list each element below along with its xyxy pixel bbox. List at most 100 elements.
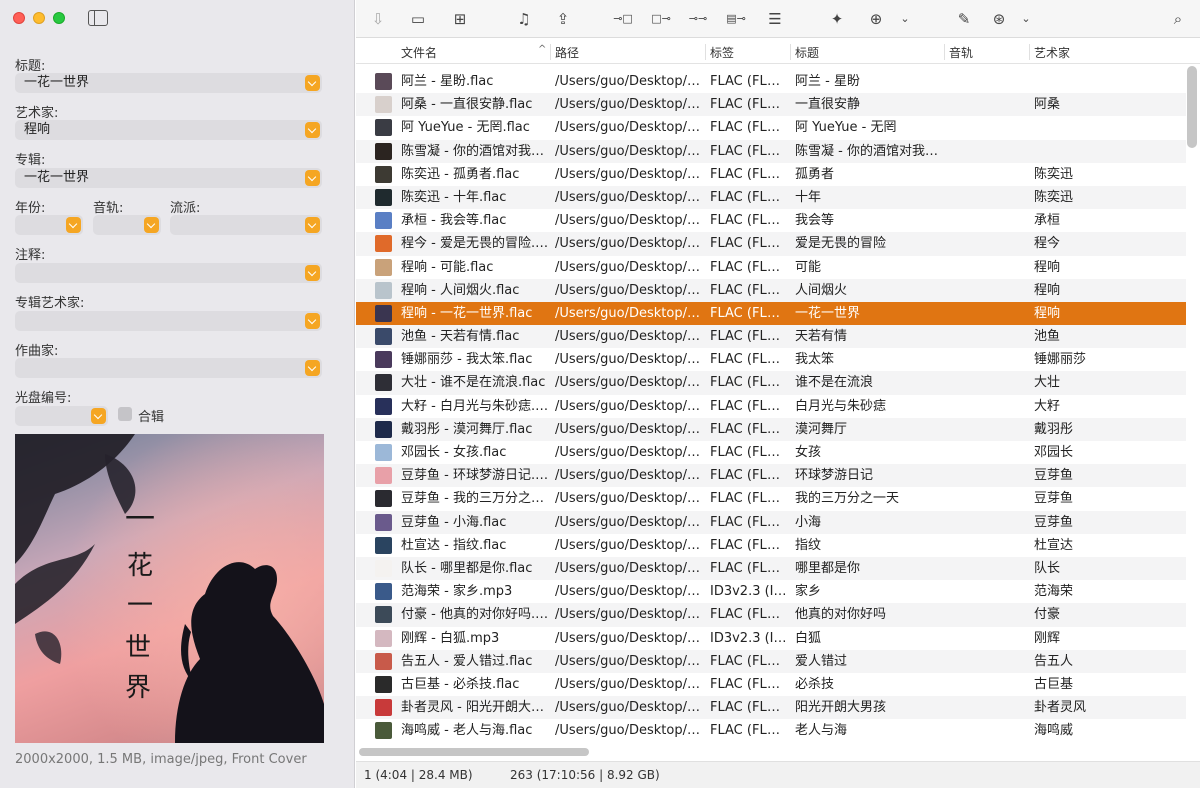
table-row[interactable]: 大籽 - 白月光与朱砂痣.… /Users/guo/Desktop/… FLAC (… — [356, 395, 1186, 418]
table-row[interactable]: 邓园长 - 女孩.flac/Users/guo/Desktop/… FLAC (F… — [356, 441, 1186, 464]
genre-field[interactable] — [170, 215, 322, 235]
zoom-window-button[interactable] — [53, 12, 65, 24]
table-row[interactable]: 豆芽鱼 - 小海.flac/Users/guo/Desktop/… FLAC (F… — [356, 510, 1186, 534]
column-header-artist[interactable]: 艺术家 — [1034, 44, 1070, 61]
table-row[interactable]: 阿 YueYue - 无罔.flac/Users/guo/Desktop/… FL… — [356, 116, 1186, 139]
album-thumbnail — [375, 235, 392, 253]
table-row[interactable]: 范海荣 - 家乡.mp3/Users/guo/Desktop/… ID3v2.3 … — [356, 580, 1186, 603]
table-row[interactable]: 卦者灵风 - 阳光开朗大… /Users/guo/Desktop/… FLAC (F… — [356, 696, 1186, 720]
cell-path: /Users/guo/Desktop/… — [555, 537, 700, 553]
column-header-path[interactable]: 路径 — [555, 44, 579, 61]
cell-artist: 古巨基 — [1034, 676, 1074, 692]
vertical-scrollbar[interactable] — [1187, 66, 1197, 148]
table-row[interactable]: 豆芽鱼 - 环球梦游日记.… /Users/guo/Desktop/… FLAC (… — [356, 464, 1186, 488]
cell-artist: 范海荣 — [1034, 584, 1074, 600]
magic-wand-icon[interactable]: ✦ — [826, 9, 848, 29]
chevron-down-icon[interactable] — [305, 265, 320, 281]
table-row[interactable]: 告五人 - 爱人错过.flac/Users/guo/Desktop/… FLAC … — [356, 649, 1186, 673]
table-row[interactable]: 付豪 - 他真的对你好吗.… /Users/guo/Desktop/… FLAC (… — [356, 603, 1186, 627]
file-to-file-icon[interactable]: ▤⊸ — [725, 9, 747, 29]
horizontal-scrollbar[interactable] — [359, 748, 589, 756]
chevron-down-icon[interactable] — [305, 75, 320, 91]
table-row[interactable]: 锤娜丽莎 - 我太笨.flac/Users/guo/Desktop/… FLAC … — [356, 348, 1186, 371]
artist-field[interactable]: 程响 — [15, 120, 322, 140]
table-row[interactable]: 杜宣达 - 指纹.flac/Users/guo/Desktop/… FLAC (F… — [356, 534, 1186, 557]
tag-to-tag-icon[interactable]: ⊸⊸ — [687, 9, 709, 29]
cell-title: 我会等 — [795, 213, 835, 229]
table-row[interactable]: 程今 - 爱是无畏的冒险.… /Users/guo/Desktop/… FLAC (… — [356, 232, 1186, 256]
chevron-down-icon[interactable] — [305, 313, 320, 329]
search-icon[interactable]: ⌕ — [1167, 9, 1189, 29]
chevron-down-icon[interactable] — [305, 360, 320, 376]
table-row[interactable]: 程响 - 一花一世界.flac/Users/guo/Desktop/… FLAC … — [356, 301, 1186, 326]
cell-tag: ID3v2.3 (I… — [710, 630, 787, 646]
close-window-button[interactable] — [13, 12, 25, 24]
table-row[interactable]: 陈奕迅 - 孤勇者.flac/Users/guo/Desktop/… FLAC (… — [356, 163, 1186, 186]
chevron-down-icon[interactable]: ⌄ — [1015, 9, 1037, 29]
table-row[interactable]: 队长 - 哪里都是你.flac/Users/guo/Desktop/… FLAC … — [356, 556, 1186, 581]
table-row[interactable]: 阿兰 - 星盼.flac/Users/guo/Desktop/… FLAC (FL… — [356, 70, 1186, 93]
import-icon[interactable]: ⊕ — [865, 9, 887, 29]
table-row[interactable]: 刚辉 - 白狐.mp3/Users/guo/Desktop/… ID3v2.3 (… — [356, 627, 1186, 650]
cell-artist: 豆芽鱼 — [1034, 468, 1074, 484]
album-artist-label: 专辑艺术家: — [15, 296, 85, 311]
year-field[interactable] — [15, 215, 83, 235]
album-cover-image[interactable]: 一 花 一 世 界 — [15, 434, 324, 743]
table-row[interactable]: 古巨基 - 必杀技.flac/Users/guo/Desktop/… FLAC (… — [356, 673, 1186, 696]
column-header-track[interactable]: 音轨 — [949, 44, 973, 61]
share-icon[interactable]: ⇪ — [552, 9, 574, 29]
track-field[interactable] — [93, 215, 161, 235]
table-row[interactable]: 戴羽彤 - 漠河舞厅.flac/Users/guo/Desktop/… FLAC … — [356, 417, 1186, 441]
column-divider[interactable] — [1029, 44, 1030, 60]
table-row[interactable]: 池鱼 - 天若有情.flac/Users/guo/Desktop/… FLAC (… — [356, 325, 1186, 349]
download-icon[interactable]: ⇩ — [367, 9, 389, 29]
chevron-down-icon[interactable] — [66, 217, 81, 233]
comment-field[interactable] — [15, 263, 322, 283]
table-row[interactable]: 大壮 - 谁不是在流浪.flac/Users/guo/Desktop/… FLAC… — [356, 371, 1186, 395]
title-field[interactable]: 一花一世界 — [15, 73, 322, 93]
table-row[interactable]: 程响 - 可能.flac/Users/guo/Desktop/… FLAC (FL… — [356, 256, 1186, 279]
table-row[interactable]: 阿桑 - 一直很安静.flac/Users/guo/Desktop/… FLAC … — [356, 93, 1186, 117]
chevron-down-icon[interactable] — [91, 408, 106, 424]
column-header-filename[interactable]: 文件名 — [401, 44, 437, 61]
column-header-tag[interactable]: 标签 — [710, 44, 734, 61]
minimize-window-button[interactable] — [33, 12, 45, 24]
column-header-title[interactable]: 标题 — [795, 44, 819, 61]
svg-text:一: 一 — [127, 591, 153, 621]
sidebar-toggle-icon[interactable] — [88, 10, 108, 26]
tag-to-file-icon[interactable]: ⊸□ — [612, 9, 634, 29]
selection-summary: 1 (4:04 | 28.4 MB) — [364, 768, 473, 782]
table-row[interactable]: 程响 - 人间烟火.flac/Users/guo/Desktop/… FLAC (… — [356, 278, 1186, 302]
composer-field[interactable] — [15, 358, 322, 378]
column-divider[interactable] — [705, 44, 706, 60]
column-divider[interactable] — [790, 44, 791, 60]
folder-add-icon[interactable]: ⊞ — [449, 9, 471, 29]
table-row[interactable]: 陈雪凝 - 你的酒馆对我… /Users/guo/Desktop/… FLAC (F… — [356, 139, 1186, 163]
file-to-tag-icon[interactable]: □⊸ — [650, 9, 672, 29]
chevron-down-icon[interactable] — [305, 217, 320, 233]
folder-icon[interactable]: ▭ — [407, 9, 429, 29]
disc-field[interactable] — [15, 406, 108, 426]
chevron-down-icon[interactable]: ⌄ — [894, 9, 916, 29]
music-list-icon[interactable]: ♫ — [513, 9, 535, 29]
compilation-checkbox[interactable] — [118, 407, 132, 421]
cell-filename: 阿兰 - 星盼.flac — [401, 74, 494, 89]
table-row[interactable]: 承桓 - 我会等.flac/Users/guo/Desktop/… FLAC (F… — [356, 209, 1186, 232]
album-field[interactable]: 一花一世界 — [15, 168, 322, 188]
sort-ascending-icon[interactable]: ^ — [538, 44, 546, 55]
chevron-down-icon[interactable] — [144, 217, 159, 233]
column-divider[interactable] — [550, 44, 551, 60]
comment-label: 注释: — [15, 248, 46, 263]
table-row[interactable]: 陈奕迅 - 十年.flac/Users/guo/Desktop/… FLAC (F… — [356, 185, 1186, 210]
cell-tag: FLAC (FLA… — [710, 560, 788, 576]
album-artist-field[interactable] — [15, 311, 322, 331]
table-row[interactable]: 豆芽鱼 - 我的三万分之… /Users/guo/Desktop/… FLAC (F… — [356, 487, 1186, 510]
table-row[interactable]: 海鸣威 - 老人与海.flac/Users/guo/Desktop/… FLAC … — [356, 719, 1186, 742]
chevron-down-icon[interactable] — [305, 122, 320, 138]
edit-icon[interactable]: ✎ — [953, 9, 975, 29]
numbering-icon[interactable]: ☰ — [764, 9, 786, 29]
chevron-down-icon[interactable] — [305, 170, 320, 186]
globe-icon[interactable]: ⊛ — [988, 9, 1010, 29]
cell-artist: 程响 — [1034, 305, 1061, 321]
column-divider[interactable] — [944, 44, 945, 60]
